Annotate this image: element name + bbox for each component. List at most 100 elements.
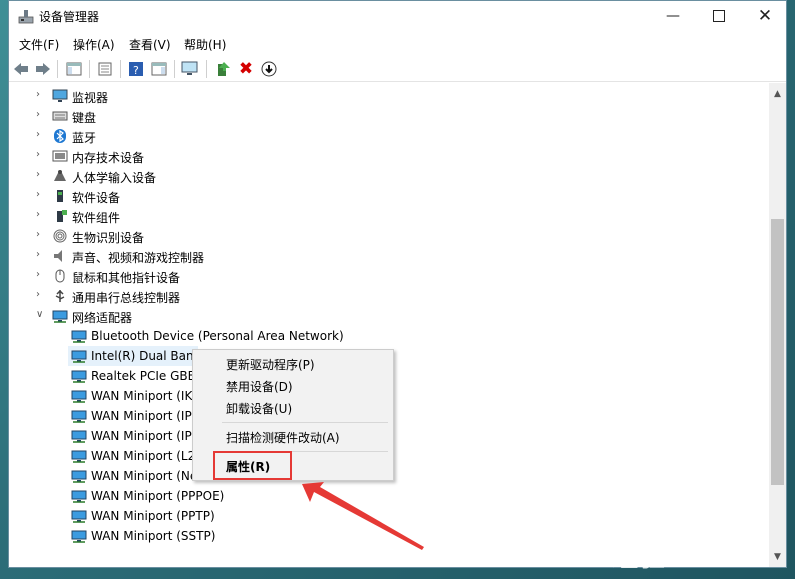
forward-button[interactable] bbox=[34, 60, 52, 78]
uninstall-button[interactable]: ✖ bbox=[237, 59, 255, 79]
usb-icon bbox=[55, 289, 65, 302]
network-icon bbox=[71, 390, 87, 403]
menu-scan-hardware[interactable]: 扫描检测硬件改动(A) bbox=[226, 429, 340, 446]
menu-bar: 文件(F) 操作(A) 查看(V) 帮助(H) bbox=[9, 32, 786, 54]
menu-help[interactable]: 帮助(H) bbox=[184, 36, 226, 53]
menu-view[interactable]: 查看(V) bbox=[129, 36, 171, 53]
tree-item-label: 通用串行总线控制器 bbox=[72, 291, 181, 305]
chevron-down-icon[interactable]: ∨ bbox=[36, 310, 46, 320]
adapter-label: WAN Miniport (IP bbox=[91, 409, 192, 423]
tree-item-3[interactable]: › 内存技术设备 bbox=[9, 146, 749, 166]
mouse-icon bbox=[55, 269, 65, 283]
tree-item-label: 内存技术设备 bbox=[72, 151, 145, 165]
tree-item-2[interactable]: › 蓝牙 bbox=[9, 126, 749, 146]
annotation-arrow-icon bbox=[302, 482, 424, 550]
show-hide-tree-button[interactable] bbox=[65, 60, 83, 78]
chevron-right-icon[interactable]: › bbox=[36, 190, 46, 200]
monitor-icon bbox=[52, 89, 68, 102]
window-title: 设备管理器 bbox=[39, 10, 100, 24]
menu-action[interactable]: 操作(A) bbox=[73, 36, 115, 53]
watermark-logo: Bai●du经验 bbox=[612, 498, 749, 573]
menu-update-driver[interactable]: 更新驱动程序(P) bbox=[226, 356, 315, 373]
scroll-thumb[interactable] bbox=[771, 219, 784, 485]
adapter-label: WAN Miniport (IK bbox=[91, 389, 193, 403]
update-driver-icon bbox=[218, 62, 230, 76]
scroll-down-arrow[interactable]: ▼ bbox=[769, 548, 786, 565]
network-icon bbox=[71, 430, 87, 443]
adapter-label: WAN Miniport (PPPOE) bbox=[91, 489, 225, 503]
menu-disable-device[interactable]: 禁用设备(D) bbox=[226, 378, 293, 395]
toolbar: ? ✖ bbox=[9, 56, 786, 82]
chevron-right-icon[interactable]: › bbox=[36, 250, 46, 260]
console-tree-icon bbox=[66, 62, 82, 76]
tree-item-label: 鼠标和其他指针设备 bbox=[72, 271, 181, 285]
help-icon: ? bbox=[129, 62, 143, 77]
tree-item-0[interactable]: › 监视器 bbox=[9, 86, 749, 106]
tree-item-1[interactable]: › 键盘 bbox=[9, 106, 749, 126]
speaker-icon bbox=[54, 250, 62, 262]
svg-text:?: ? bbox=[133, 64, 139, 77]
adapter-label: Bluetooth Device (Personal Area Network) bbox=[91, 329, 344, 343]
vertical-scrollbar[interactable]: ▲ ▼ bbox=[769, 83, 786, 567]
chevron-right-icon[interactable]: › bbox=[36, 270, 46, 280]
tree-item-label: 软件组件 bbox=[72, 211, 121, 225]
maximize-icon bbox=[713, 10, 725, 22]
action-pane-button[interactable] bbox=[150, 60, 168, 78]
tree-item-label: 人体学输入设备 bbox=[72, 171, 157, 185]
fingerprint-icon bbox=[53, 229, 67, 243]
menu-uninstall-device[interactable]: 卸载设备(U) bbox=[226, 400, 292, 417]
network-icon bbox=[52, 310, 68, 323]
adapter-label: WAN Miniport (IP bbox=[91, 429, 192, 443]
tree-item-7[interactable]: › 生物识别设备 bbox=[9, 226, 749, 246]
tree-item-10[interactable]: › 通用串行总线控制器 bbox=[9, 286, 749, 306]
tree-item-11[interactable]: ∨ 网络适配器 bbox=[9, 306, 749, 326]
chevron-right-icon[interactable]: › bbox=[36, 170, 46, 180]
chevron-right-icon[interactable]: › bbox=[36, 210, 46, 220]
update-driver-button[interactable] bbox=[214, 60, 232, 78]
menu-file[interactable]: 文件(F) bbox=[19, 36, 59, 53]
properties-toolbar-button[interactable] bbox=[96, 60, 114, 78]
adapter-item-0[interactable]: Bluetooth Device (Personal Area Network) bbox=[9, 326, 749, 346]
keyboard-icon bbox=[52, 111, 68, 121]
tree-item-9[interactable]: › 鼠标和其他指针设备 bbox=[9, 266, 749, 286]
bluetooth-icon bbox=[54, 129, 66, 143]
network-icon bbox=[71, 350, 87, 363]
computer-scan-icon bbox=[181, 61, 198, 75]
adapter-label: WAN Miniport (SSTP) bbox=[91, 529, 216, 543]
title-bar: 设备管理器 — ✕ bbox=[9, 1, 786, 31]
memory-icon bbox=[52, 150, 68, 162]
adapter-label: Realtek PCIe GBE bbox=[91, 369, 196, 383]
tree-item-label: 键盘 bbox=[72, 111, 97, 125]
network-icon bbox=[71, 410, 87, 423]
chevron-right-icon[interactable]: › bbox=[36, 90, 46, 100]
close-button[interactable]: ✕ bbox=[742, 1, 788, 31]
tree-item-5[interactable]: › 软件设备 bbox=[9, 186, 749, 206]
help-toolbar-button[interactable]: ? bbox=[127, 60, 145, 78]
scan-hardware-button[interactable] bbox=[181, 60, 199, 78]
tree-item-8[interactable]: › 声音、视频和游戏控制器 bbox=[9, 246, 749, 266]
back-button[interactable] bbox=[12, 60, 30, 78]
down-arrow-circle-icon bbox=[261, 61, 277, 77]
chevron-right-icon[interactable]: › bbox=[36, 110, 46, 120]
watermark-url: jingyan.baidu.com bbox=[610, 542, 721, 556]
software-device-icon bbox=[57, 190, 63, 202]
disable-device-button[interactable] bbox=[260, 60, 278, 78]
chevron-right-icon[interactable]: › bbox=[36, 290, 46, 300]
tree-item-label: 网络适配器 bbox=[72, 311, 133, 325]
tree-item-label: 软件设备 bbox=[72, 191, 121, 205]
chevron-right-icon[interactable]: › bbox=[36, 230, 46, 240]
tree-item-6[interactable]: › 软件组件 bbox=[9, 206, 749, 226]
network-icon bbox=[71, 370, 87, 383]
forward-arrow-icon bbox=[36, 63, 50, 75]
red-x-icon: ✖ bbox=[238, 59, 254, 79]
chevron-right-icon[interactable]: › bbox=[36, 150, 46, 160]
network-icon bbox=[71, 510, 87, 523]
network-icon bbox=[71, 470, 87, 483]
scroll-up-arrow[interactable]: ▲ bbox=[769, 85, 786, 102]
tree-item-4[interactable]: › 人体学输入设备 bbox=[9, 166, 749, 186]
action-pane-icon bbox=[151, 62, 167, 76]
maximize-button[interactable] bbox=[696, 1, 742, 31]
menu-separator bbox=[222, 422, 388, 423]
minimize-button[interactable]: — bbox=[650, 1, 696, 31]
chevron-right-icon[interactable]: › bbox=[36, 130, 46, 140]
